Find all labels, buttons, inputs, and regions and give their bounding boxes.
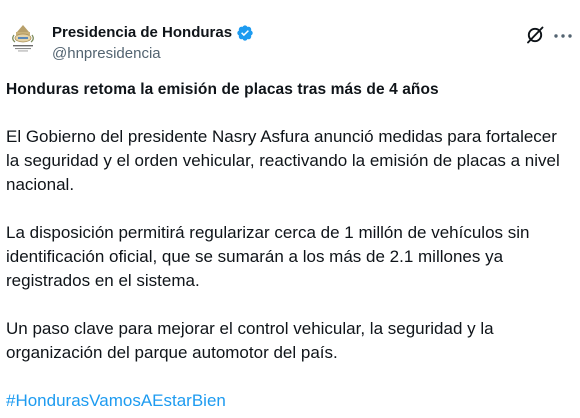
post-paragraph: La disposición permitirá regularizar cer… [6,223,530,290]
grok-icon[interactable] [525,25,545,45]
author-display-name[interactable]: Presidencia de Honduras [52,24,232,42]
avatar[interactable] [8,23,38,55]
author-handle[interactable]: @hnpresidencia [52,45,161,63]
post-header: Presidencia de Honduras @hnpresidencia [0,0,580,72]
more-options-icon[interactable] [553,26,573,46]
post-headline: Honduras retoma la emisión de placas tra… [6,81,439,98]
verified-badge-icon [236,24,254,42]
hashtag-link[interactable]: #HondurasVamosAEstarBien [6,389,226,413]
post-paragraph: El Gobierno del presidente Nasry Asfura … [6,127,560,194]
coat-of-arms-logo [12,25,34,52]
post-paragraph: Un paso clave para mejorar el control ve… [6,319,494,362]
author-name-row[interactable]: Presidencia de Honduras [52,24,254,42]
